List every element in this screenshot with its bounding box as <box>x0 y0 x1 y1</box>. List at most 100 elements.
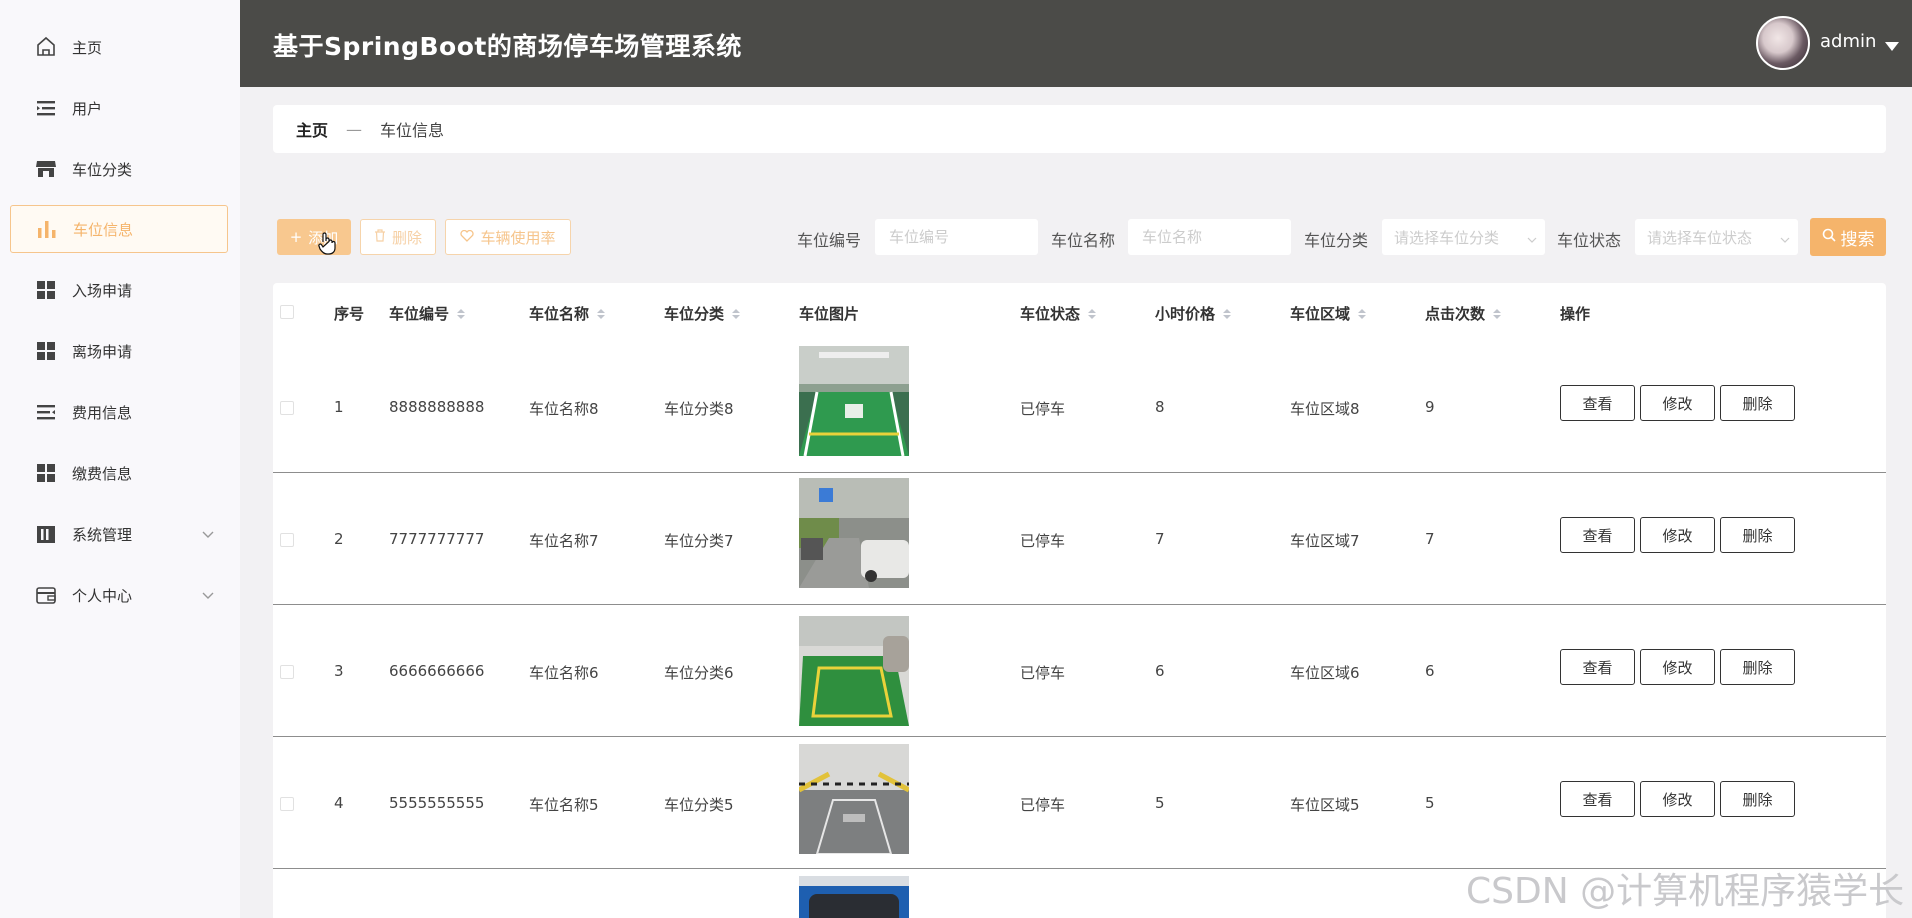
row-delete-button[interactable]: 删除 <box>1720 649 1795 685</box>
sidebar-item-space-info[interactable]: 车位信息 <box>10 205 228 253</box>
parking-space-image[interactable] <box>799 616 909 726</box>
category-select[interactable]: 请选择车位分类 <box>1382 219 1545 255</box>
heart-icon <box>460 228 475 246</box>
view-button[interactable]: 查看 <box>1560 781 1635 817</box>
sidebar-item-exit-request[interactable]: 离场申请 <box>10 327 228 375</box>
edit-button[interactable]: 修改 <box>1640 385 1715 421</box>
cell-area: 车位区域7 <box>1290 532 1360 550</box>
cell-price: 7 <box>1155 530 1165 548</box>
add-button[interactable]: + 添加 <box>277 219 351 255</box>
cell-clicks: 5 <box>1425 794 1435 812</box>
usage-rate-label: 车辆使用率 <box>480 228 556 247</box>
sidebar-item-label: 主页 <box>72 38 103 57</box>
sidebar-item-users[interactable]: 用户 <box>10 84 228 132</box>
column-header[interactable]: 车位编号 <box>389 303 466 324</box>
view-button[interactable]: 查看 <box>1560 517 1635 553</box>
cell-code: 8888888888 <box>389 398 485 416</box>
breadcrumb-home[interactable]: 主页 <box>296 117 328 141</box>
column-header[interactable]: 车位分类 <box>664 303 741 324</box>
sort-icon[interactable] <box>597 308 606 320</box>
column-label: 车位区域 <box>1290 305 1351 323</box>
column-label: 车位编号 <box>389 305 450 323</box>
parking-space-image[interactable] <box>799 744 909 854</box>
sort-icon[interactable] <box>732 308 741 320</box>
avatar[interactable] <box>1756 16 1810 70</box>
sidebar-item-label: 个人中心 <box>72 586 133 605</box>
app-title: 基于SpringBoot的商场停车场管理系统 <box>273 32 742 61</box>
sort-icon[interactable] <box>457 308 466 320</box>
cell-area: 车位区域8 <box>1290 400 1360 418</box>
space-name-input[interactable] <box>1128 219 1291 255</box>
home-icon <box>34 35 58 59</box>
table-row: 2 7777777777 车位名称7 车位分类7 已停车 7 车位区域7 7 查… <box>273 473 1886 605</box>
sidebar-item-payment-info[interactable]: 缴费信息 <box>10 449 228 497</box>
status-select[interactable]: 请选择车位状态 <box>1635 219 1798 255</box>
filter-category-label: 车位分类 <box>1304 231 1369 250</box>
edit-button[interactable]: 修改 <box>1640 781 1715 817</box>
column-header[interactable]: 小时价格 <box>1155 303 1232 324</box>
table-row: 1 8888888888 车位名称8 车位分类8 已停车 8 车位区域8 9 查… <box>273 341 1886 473</box>
sort-icon[interactable] <box>1223 308 1232 320</box>
cell-name: 车位名称5 <box>529 796 599 814</box>
space-code-input[interactable] <box>875 219 1038 255</box>
chevron-down-icon <box>202 586 214 604</box>
column-label: 车位状态 <box>1020 305 1081 323</box>
column-header[interactable]: 车位状态 <box>1020 303 1097 324</box>
grid-icon <box>34 339 58 363</box>
column-label: 车位分类 <box>664 305 725 323</box>
list-indent-icon <box>34 400 58 424</box>
store-icon <box>34 157 58 181</box>
user-name[interactable]: admin <box>1820 31 1876 52</box>
watermark: CSDN @计算机程序猿学长 <box>1466 871 1905 912</box>
cell-name: 车位名称7 <box>529 532 599 550</box>
view-button[interactable]: 查看 <box>1560 649 1635 685</box>
cell-index: 2 <box>334 530 344 548</box>
parking-space-image[interactable] <box>799 876 909 918</box>
parking-space-image[interactable] <box>799 478 909 588</box>
row-delete-button[interactable]: 删除 <box>1720 517 1795 553</box>
sidebar-item-space-category[interactable]: 车位分类 <box>10 145 228 193</box>
usage-rate-button[interactable]: 车辆使用率 <box>445 219 571 255</box>
sort-icon[interactable] <box>1088 308 1097 320</box>
sidebar-item-entry-request[interactable]: 入场申请 <box>10 266 228 314</box>
cell-status: 已停车 <box>1020 400 1066 418</box>
row-delete-button[interactable]: 删除 <box>1720 385 1795 421</box>
row-checkbox[interactable] <box>280 665 294 679</box>
row-checkbox[interactable] <box>280 797 294 811</box>
sidebar-item-system-management[interactable]: 系统管理 <box>10 510 228 558</box>
building-icon <box>34 522 58 546</box>
column-header: 序号 <box>334 303 364 324</box>
column-header[interactable]: 车位区域 <box>1290 303 1367 324</box>
cell-name: 车位名称8 <box>529 400 599 418</box>
grid-icon <box>34 461 58 485</box>
column-header: 车位图片 <box>799 303 859 324</box>
search-button[interactable]: 搜索 <box>1810 218 1886 256</box>
edit-button[interactable]: 修改 <box>1640 649 1715 685</box>
sort-icon[interactable] <box>1358 308 1367 320</box>
caret-down-icon[interactable] <box>1885 36 1899 55</box>
list-icon <box>34 96 58 120</box>
parking-space-image[interactable] <box>799 346 909 456</box>
edit-button[interactable]: 修改 <box>1640 517 1715 553</box>
hand-cursor-icon <box>318 232 336 260</box>
sidebar-item-personal-center[interactable]: 个人中心 <box>10 571 228 619</box>
sidebar: 主页 用户 车位分类 车位信息 入场申请 离场申请 费用信息 缴费信息 系统管理… <box>0 0 240 918</box>
sort-icon[interactable] <box>1493 308 1502 320</box>
select-all-checkbox[interactable] <box>280 305 294 319</box>
cell-clicks: 7 <box>1425 530 1435 548</box>
delete-button[interactable]: 删除 <box>360 219 436 255</box>
breadcrumb: 主页 — 车位信息 <box>273 105 1886 153</box>
column-label: 车位图片 <box>799 305 860 323</box>
sidebar-item-home[interactable]: 主页 <box>10 23 228 71</box>
status-select-placeholder: 请选择车位状态 <box>1647 228 1753 247</box>
row-checkbox[interactable] <box>280 533 294 547</box>
column-header[interactable]: 点击次数 <box>1425 303 1502 324</box>
row-checkbox[interactable] <box>280 401 294 415</box>
sidebar-item-fee-info[interactable]: 费用信息 <box>10 388 228 436</box>
view-button[interactable]: 查看 <box>1560 385 1635 421</box>
cell-price: 6 <box>1155 662 1165 680</box>
cell-index: 3 <box>334 662 344 680</box>
cell-status: 已停车 <box>1020 664 1066 682</box>
column-header[interactable]: 车位名称 <box>529 303 606 324</box>
row-delete-button[interactable]: 删除 <box>1720 781 1795 817</box>
